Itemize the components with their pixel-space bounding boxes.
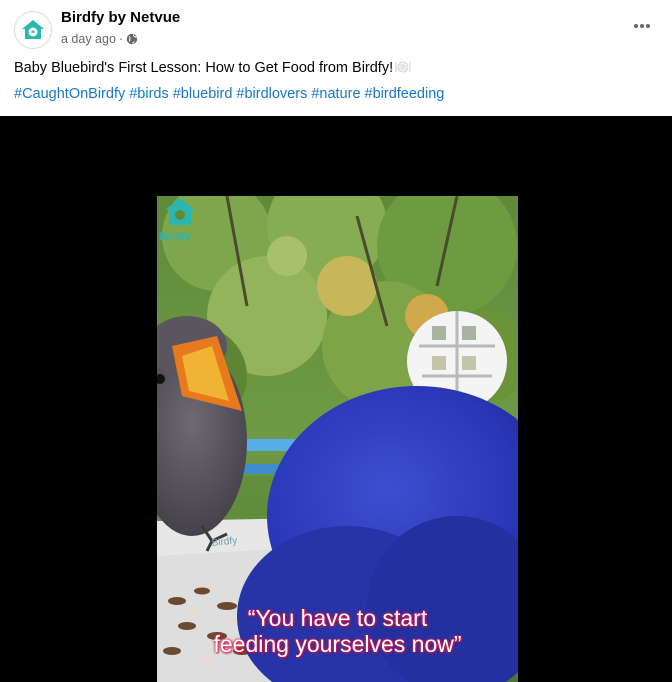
watermark-text: Birdfy [159, 231, 191, 243]
fork-knife-plate-icon [395, 61, 411, 73]
hashtag-link[interactable]: #birds [129, 86, 169, 102]
hashtag-link[interactable]: #nature [311, 86, 360, 102]
post-meta: a day ago · [61, 32, 138, 46]
more-options-icon [634, 24, 650, 28]
video-frame[interactable]: Birdfy Birdfy “You have to start feeding… [157, 196, 518, 682]
post-header: Birdfy by Netvue a day ago · [0, 0, 672, 56]
page-avatar[interactable] [14, 11, 52, 49]
page-name-link[interactable]: Birdfy by Netvue [61, 9, 180, 26]
video-player[interactable]: Birdfy Birdfy “You have to start feeding… [0, 116, 672, 682]
video-subtitle-line-1: “You have to start [247, 605, 428, 631]
hashtag-link[interactable]: #CaughtOnBirdfy [14, 86, 125, 102]
hashtag-list: #CaughtOnBirdfy #birds #bluebird #birdlover… [14, 86, 448, 102]
birdfy-logo-icon [19, 16, 47, 44]
hashtag-link[interactable]: #birdfeeding [365, 86, 445, 102]
hashtag-link[interactable]: #birdlovers [236, 86, 307, 102]
video-subtitle-line-2: feeding yourselves now” [213, 631, 462, 657]
hashtag-link[interactable]: #bluebird [173, 86, 233, 102]
meta-separator: · [118, 32, 124, 46]
caption-text: Baby Bluebird's First Lesson: How to Get… [14, 60, 394, 76]
post-timestamp[interactable]: a day ago [61, 32, 116, 46]
post-caption: Baby Bluebird's First Lesson: How to Get… [14, 60, 411, 76]
globe-icon[interactable] [126, 33, 138, 45]
more-options-button[interactable] [628, 12, 656, 40]
